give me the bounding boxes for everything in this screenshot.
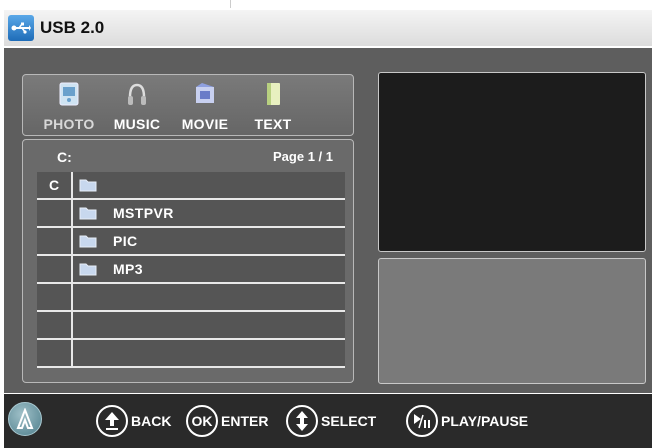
list-item[interactable] (37, 284, 345, 312)
column-divider (71, 256, 73, 284)
hint-select-label: SELECT (321, 413, 377, 429)
hint-enter[interactable]: OK ENTER (186, 405, 268, 437)
page-title: USB 2.0 (40, 18, 105, 37)
category-panel: PHOTO MUSIC MOVIE TEXT (22, 74, 354, 136)
current-path: C: (57, 149, 72, 165)
preview-window (378, 72, 646, 252)
list-item[interactable]: MP3 (37, 256, 345, 284)
folder-icon (79, 235, 97, 248)
drive-letter (37, 200, 71, 226)
column-divider (71, 284, 73, 312)
tab-text[interactable]: TEXT (245, 75, 301, 135)
tab-music[interactable]: MUSIC (107, 75, 167, 135)
tab-music-label: MUSIC (113, 116, 161, 132)
column-divider (71, 340, 73, 368)
title-bar: USB 2.0 (4, 10, 652, 46)
list-item[interactable]: C (37, 172, 345, 200)
photo-icon (59, 82, 79, 106)
info-panel (378, 258, 646, 384)
top-border (0, 0, 652, 8)
file-browser: C: Page 1 / 1 C MSTPVR PIC MP3 (22, 139, 354, 383)
hint-select[interactable]: SELECT (286, 405, 376, 437)
music-icon (128, 83, 146, 105)
column-divider (71, 312, 73, 340)
list-item-name: MSTPVR (113, 205, 174, 221)
list-item[interactable] (37, 312, 345, 340)
ok-key: OK (186, 405, 218, 437)
folder-icon (79, 179, 97, 192)
list-item-name: PIC (113, 233, 138, 249)
hint-back-label: BACK (131, 413, 172, 429)
column-divider (71, 228, 73, 256)
movie-icon (196, 83, 214, 103)
page-indicator: Page 1 / 1 (273, 149, 333, 164)
up-down-arrow-icon (286, 405, 318, 437)
up-arrow-icon (96, 405, 128, 437)
tab-photo-label: PHOTO (43, 116, 95, 132)
file-list: C MSTPVR PIC MP3 (37, 172, 345, 368)
tab-photo[interactable]: PHOTO (39, 75, 99, 135)
list-item-name: MP3 (113, 261, 143, 277)
home-icon[interactable] (8, 402, 42, 436)
usb-icon (8, 15, 34, 41)
tab-movie[interactable]: MOVIE (175, 75, 235, 135)
folder-icon (79, 263, 97, 276)
column-divider (71, 200, 73, 228)
list-item[interactable]: PIC (37, 228, 345, 256)
tab-movie-label: MOVIE (181, 116, 229, 132)
drive-letter: C (48, 177, 60, 193)
help-bar: BACK OK ENTER SELECT PLAY/PAUSE (4, 394, 652, 448)
hint-play-pause[interactable]: PLAY/PAUSE (406, 405, 528, 437)
list-item[interactable]: MSTPVR (37, 200, 345, 228)
hint-play-pause-label: PLAY/PAUSE (441, 413, 529, 429)
top-tick (230, 0, 231, 8)
play-pause-icon (406, 405, 438, 437)
drive-letter (37, 256, 71, 282)
drive-letter (37, 228, 71, 254)
tab-text-label: TEXT (254, 116, 292, 132)
text-icon (267, 83, 280, 105)
hint-enter-label: ENTER (221, 413, 269, 429)
column-divider (71, 172, 73, 200)
hint-back[interactable]: BACK (96, 405, 171, 437)
folder-icon (79, 207, 97, 220)
list-item[interactable] (37, 340, 345, 368)
